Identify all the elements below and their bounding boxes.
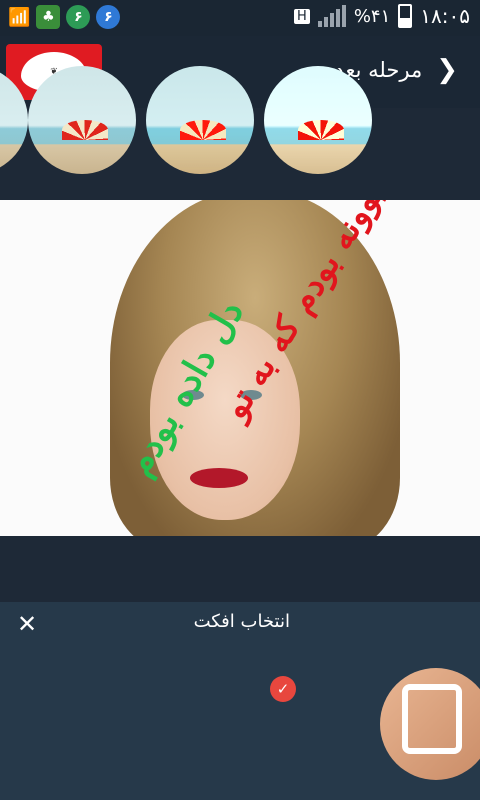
status-icons-left: 📶 ♣ ۶ ۶ xyxy=(8,5,121,29)
notification-badge-green: ۶ xyxy=(66,5,91,29)
close-icon[interactable]: ✕ xyxy=(17,610,37,638)
status-icons-right: H %۴۱ ۱۸:۰۵ xyxy=(294,4,470,28)
checkmark-icon: ✓ xyxy=(270,676,296,702)
battery-icon xyxy=(398,4,413,28)
shopping-bag-icon xyxy=(402,684,462,754)
effects-title: انتخاب افکت xyxy=(193,611,290,632)
chevron-right-icon: ❯ xyxy=(436,55,458,85)
clock: ۱۸:۰۵ xyxy=(420,4,470,28)
edited-photo[interactable]: دیوونه بودم که به تو دل داده بودم xyxy=(0,200,480,536)
status-bar: 📶 ♣ ۶ ۶ H %۴۱ ۱۸:۰۵ xyxy=(0,0,480,36)
bazaar-promo-icon[interactable] xyxy=(380,668,480,780)
signal-icon xyxy=(317,5,346,27)
network-type-icon: H xyxy=(294,8,310,24)
photo-lips xyxy=(190,468,248,488)
effect-thumbnail-selected[interactable] xyxy=(264,66,372,174)
effect-thumbnail[interactable] xyxy=(0,66,28,174)
effect-thumbnail[interactable] xyxy=(146,66,254,174)
notification-badge-blue: ۶ xyxy=(96,5,121,29)
wifi-icon: 📶 xyxy=(8,6,31,28)
effect-thumbnail[interactable] xyxy=(28,66,136,174)
battery-percent: %۴۱ xyxy=(353,5,391,27)
shield-app-icon: ♣ xyxy=(36,5,61,29)
